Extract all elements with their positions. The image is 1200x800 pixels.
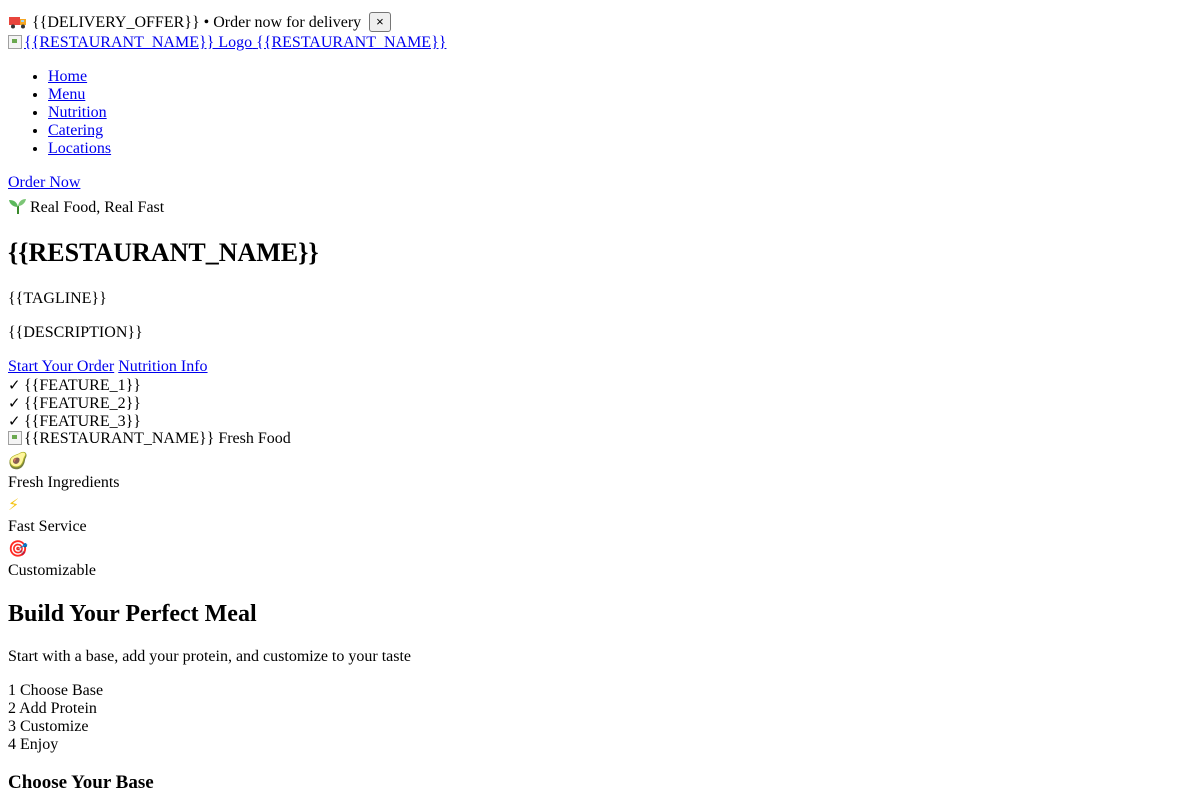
builder-steps: 1 Choose Base 2 Add Protein 3 Customize …	[8, 682, 1192, 754]
nav-link-locations[interactable]: Locations	[48, 140, 111, 157]
target-icon: 🎯	[8, 539, 28, 558]
avocado-icon: 🥑	[8, 451, 28, 470]
seedling-icon	[8, 198, 28, 219]
hero-tagline: {{TAGLINE}}	[8, 290, 107, 307]
hero-feature: ✓ {{FEATURE_3}}	[8, 412, 1192, 430]
hero-description: {{DESCRIPTION}}	[8, 324, 143, 341]
hero-cta-row: Start Your Order Nutrition Info	[8, 358, 1192, 376]
delivery-offer-text: {{DELIVERY_OFFER}}	[32, 14, 200, 31]
builder-step: 4 Enjoy	[8, 736, 1192, 754]
check-icon: ✓	[8, 394, 21, 412]
builder-title: Build Your Perfect Meal	[8, 601, 257, 627]
hero-badge-text: Real Food, Real Fast	[30, 199, 165, 216]
step-label: Customize	[20, 718, 89, 735]
delivery-banner: {{DELIVERY_OFFER}} • Order now for deliv…	[8, 12, 1192, 32]
hero-feature: ✓ {{FEATURE_1}}	[8, 376, 1192, 394]
hero-feature: ✓ {{FEATURE_2}}	[8, 394, 1192, 412]
hero-title: {{RESTAURANT_NAME}}	[8, 238, 319, 267]
delivery-truck-icon	[8, 14, 28, 36]
feature-text: {{FEATURE_2}}	[24, 395, 141, 412]
hero-badge: Real Food, Real Fast	[8, 198, 1192, 216]
brand-name: {{RESTAURANT_NAME}}	[256, 34, 447, 51]
highlight-label: Fresh Ingredients	[8, 474, 120, 491]
highlight-fresh-ingredients: 🥑 Fresh Ingredients	[8, 448, 1192, 492]
nav-item-catering: Catering	[48, 122, 1192, 140]
step-number: 1	[8, 682, 16, 699]
highlight-fast-service: ⚡ Fast Service	[8, 492, 1192, 536]
order-now-link[interactable]: Order Now	[8, 174, 1192, 192]
main-nav: Home Menu Nutrition Catering Locations	[8, 68, 1192, 158]
hero-image-alt-text: {{RESTAURANT_NAME}} Fresh Food	[24, 430, 291, 447]
highlight-label: Fast Service	[8, 518, 87, 535]
check-icon: ✓	[8, 412, 21, 430]
step-number: 2	[8, 700, 16, 717]
broken-image-icon	[8, 35, 22, 49]
step-number: 4	[8, 736, 16, 753]
feature-text: {{FEATURE_1}}	[24, 377, 141, 394]
page: {{DELIVERY_OFFER}} • Order now for deliv…	[0, 0, 1200, 794]
builder-step: 3 Customize	[8, 718, 1192, 736]
builder-step: 2 Add Protein	[8, 700, 1192, 718]
nav-item-locations: Locations	[48, 140, 1192, 158]
highlight-label: Customizable	[8, 562, 96, 579]
nav-link-home[interactable]: Home	[48, 68, 87, 85]
step-label: Enjoy	[20, 736, 59, 753]
step-number: 3	[8, 718, 16, 735]
nav-item-home: Home	[48, 68, 1192, 86]
step-label: Add Protein	[19, 700, 97, 717]
nav-item-menu: Menu	[48, 86, 1192, 104]
start-order-link[interactable]: Start Your Order	[8, 358, 114, 375]
close-banner-button[interactable]: ×	[369, 12, 391, 32]
builder-subtitle: Start with a base, add your protein, and…	[8, 648, 412, 665]
nav-item-nutrition: Nutrition	[48, 104, 1192, 122]
nav-link-nutrition[interactable]: Nutrition	[48, 104, 107, 121]
highlight-customizable: 🎯 Customizable	[8, 536, 1192, 580]
logo-alt-text: {{RESTAURANT_NAME}} Logo	[24, 34, 253, 51]
brand-logo-link[interactable]: {{RESTAURANT_NAME}} Logo {{RESTAURANT_NA…	[8, 34, 1192, 52]
step-label: Choose Base	[20, 682, 104, 699]
nav-link-menu[interactable]: Menu	[48, 86, 85, 103]
builder-step: 1 Choose Base	[8, 682, 1192, 700]
hero-image: {{RESTAURANT_NAME}} Fresh Food	[8, 430, 1192, 448]
feature-text: {{FEATURE_3}}	[24, 413, 141, 430]
nutrition-info-link[interactable]: Nutrition Info	[118, 358, 207, 375]
nav-link-catering[interactable]: Catering	[48, 122, 103, 139]
check-icon: ✓	[8, 376, 21, 394]
lightning-icon: ⚡	[8, 495, 20, 514]
delivery-banner-message: • Order now for delivery	[203, 14, 362, 31]
choose-base-title: Choose Your Base	[8, 772, 154, 793]
broken-image-icon	[8, 431, 22, 445]
